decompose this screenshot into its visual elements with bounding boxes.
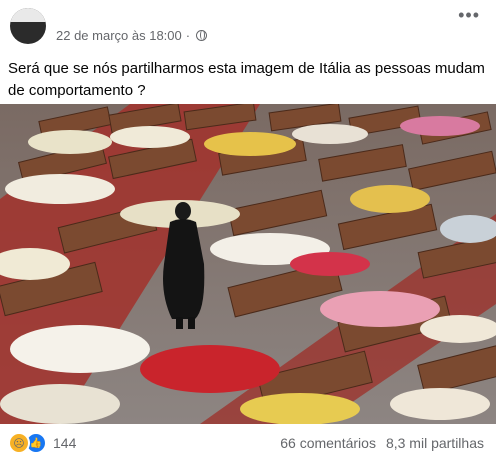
author-avatar[interactable]: [10, 8, 46, 44]
post-footer: ☹ 👍 144 66 comentários 8,3 mil partilhas: [0, 428, 496, 460]
photo-illustration: [0, 104, 496, 424]
globe-icon: [196, 30, 208, 41]
comments-count[interactable]: 66 comentários: [280, 435, 376, 451]
post-header: 22 de março às 18:00 · •••: [0, 0, 496, 50]
facebook-post: 22 de março às 18:00 · ••• Será que se n…: [0, 0, 496, 461]
post-caption: Será que se nós partilharmos esta imagem…: [8, 60, 485, 99]
post-photo[interactable]: [0, 104, 496, 424]
reactions-summary[interactable]: ☹ 👍 144: [8, 432, 76, 454]
more-options-icon[interactable]: •••: [458, 6, 480, 24]
shares-count[interactable]: 8,3 mil partilhas: [386, 435, 484, 451]
meta-separator: ·: [185, 28, 191, 43]
reaction-count[interactable]: 144: [53, 435, 76, 451]
post-stats: 66 comentários 8,3 mil partilhas: [280, 435, 484, 451]
sad-reaction-icon: ☹: [8, 432, 30, 454]
post-timestamp[interactable]: 22 de março às 18:00: [56, 28, 182, 43]
post-meta: 22 de março às 18:00 ·: [56, 28, 208, 43]
